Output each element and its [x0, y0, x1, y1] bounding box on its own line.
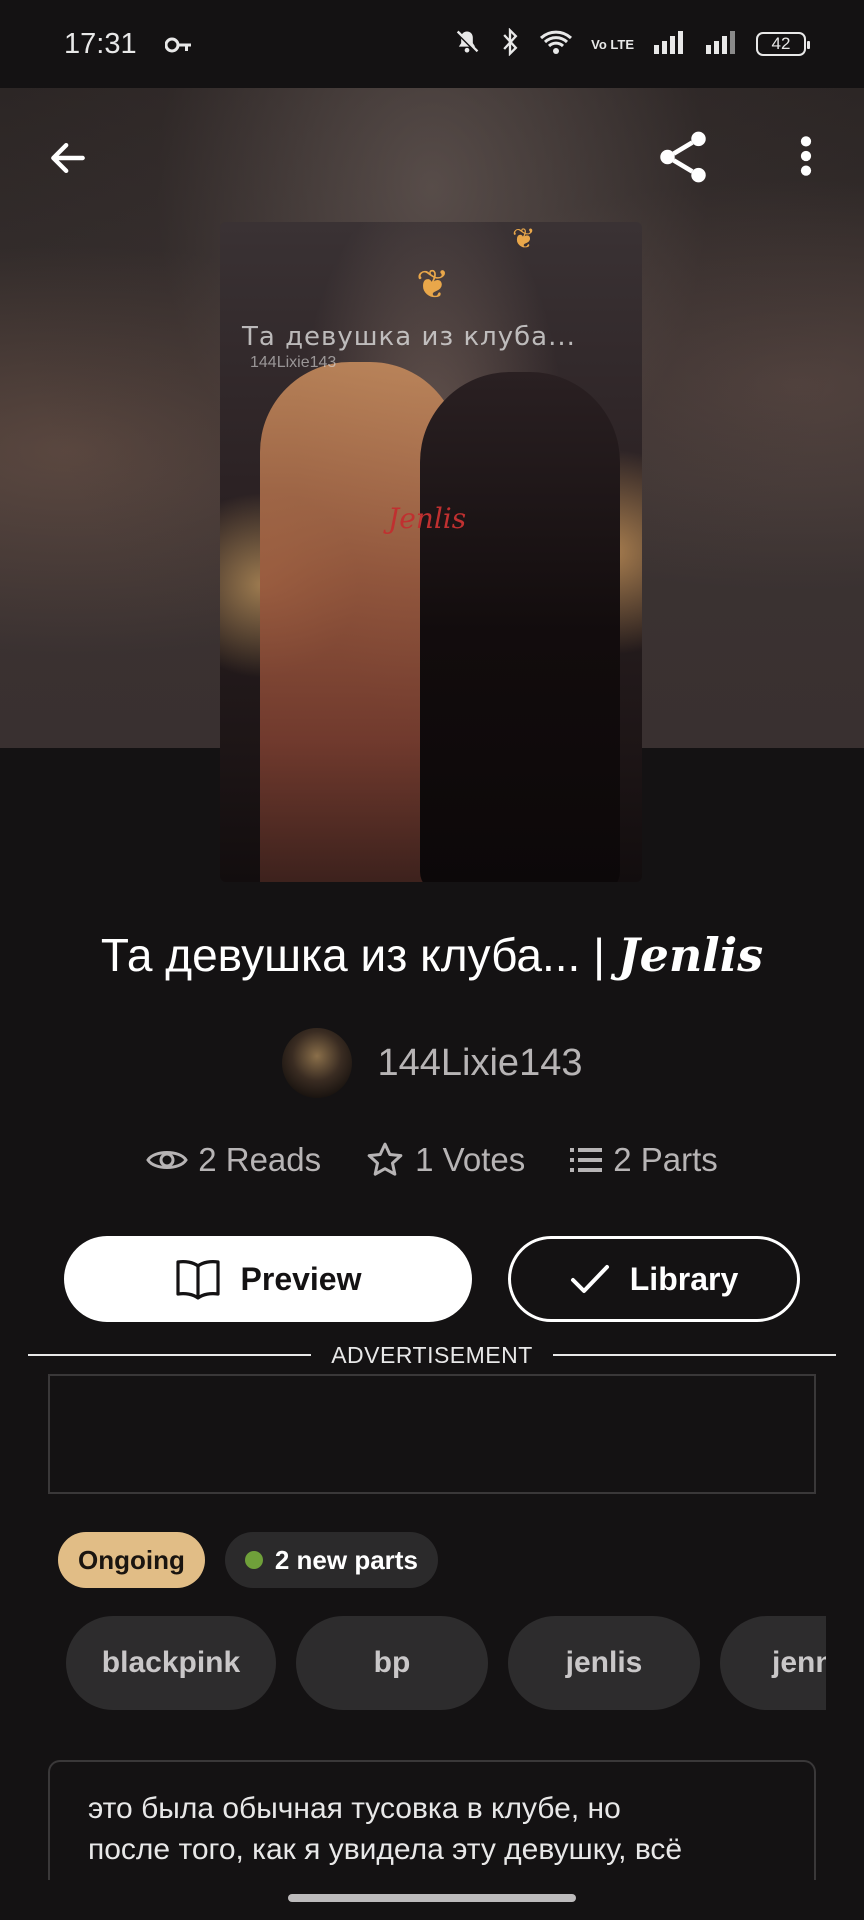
- eye-icon: [146, 1151, 188, 1169]
- library-label: Library: [629, 1260, 739, 1297]
- home-indicator[interactable]: [288, 1894, 576, 1902]
- advertisement-header: ADVERTISEMENT: [28, 1340, 837, 1370]
- author-name[interactable]: 144Lixie143: [378, 1042, 583, 1085]
- description-line: после того, как я увидела эту девушку, в…: [88, 1833, 683, 1866]
- network-label: Vo LTE: [591, 36, 634, 52]
- new-parts-label: 2 new parts: [274, 1544, 418, 1575]
- description-line: это была обычная тусовка в клубе, но: [88, 1792, 621, 1825]
- advertisement-slot[interactable]: [48, 1374, 816, 1494]
- more-vertical-icon: [800, 136, 812, 176]
- signal-icon: [652, 30, 686, 59]
- checkmark-icon: [570, 1265, 609, 1293]
- status-badges: Ongoing 2 new parts: [58, 1532, 438, 1588]
- divider: [28, 1354, 312, 1356]
- share-icon: [660, 131, 706, 183]
- wifi-icon: [539, 29, 573, 60]
- status-time: 17:31: [64, 27, 137, 60]
- author-row[interactable]: 144Lixie143: [0, 1028, 864, 1098]
- cover-figure-right: [420, 372, 620, 882]
- story-stats: 2 Reads 1 Votes 2 Parts: [0, 1140, 864, 1180]
- divider: [552, 1354, 837, 1356]
- preview-label: Preview: [240, 1260, 362, 1297]
- status-bar: 17:31 Vo LTE 42: [0, 0, 864, 88]
- ongoing-badge: Ongoing: [58, 1532, 205, 1588]
- story-title: Та девушка из клуба... | Jenlis: [0, 928, 864, 982]
- list-icon: [570, 1148, 603, 1172]
- avatar[interactable]: [281, 1028, 352, 1098]
- star-icon: [367, 1142, 403, 1176]
- butterfly-icon: ❦: [512, 223, 536, 254]
- cover-title-text: Та девушка из клуба...: [242, 322, 576, 352]
- more-options-button[interactable]: [776, 126, 836, 186]
- cover-signature: Jenlis: [388, 502, 467, 535]
- battery-icon: 42: [756, 32, 810, 56]
- butterfly-icon: ❦: [416, 263, 450, 307]
- advertisement-label: ADVERTISEMENT: [331, 1341, 533, 1368]
- reads-count: 2 Reads: [198, 1141, 322, 1178]
- parts-count: 2 Parts: [613, 1141, 718, 1178]
- new-parts-badge: 2 new parts: [224, 1532, 438, 1588]
- open-book-icon: [175, 1260, 220, 1300]
- votes-stat: 1 Votes: [365, 1140, 525, 1180]
- tags-carousel[interactable]: blackpink bp jenlis jenn: [66, 1616, 826, 1712]
- story-description[interactable]: это была обычная тусовка в клубе, но пос…: [48, 1760, 816, 1880]
- signal-icon: [704, 30, 738, 59]
- back-arrow-icon: [51, 142, 85, 174]
- description-line: изменилось: [88, 1870, 778, 1880]
- new-parts-dot: [244, 1551, 263, 1569]
- back-button[interactable]: [38, 128, 98, 188]
- parts-stat: 2 Parts: [569, 1141, 718, 1179]
- story-title-script: Jenlis: [617, 928, 764, 982]
- tag-chip[interactable]: jenlis: [508, 1616, 700, 1710]
- share-button[interactable]: [648, 122, 718, 192]
- tag-chip[interactable]: jenn: [720, 1616, 826, 1710]
- key-icon: [164, 28, 193, 61]
- story-cover-image[interactable]: ❦ ❦ Та девушка из клуба... 144Lixie143 J…: [220, 222, 642, 882]
- cover-sub-text: 144Lixie143: [250, 354, 337, 371]
- tag-chip[interactable]: bp: [296, 1616, 488, 1710]
- bell-off-icon: [453, 28, 481, 61]
- preview-button[interactable]: Preview: [64, 1236, 472, 1322]
- story-title-text: Та девушка из клуба... |: [100, 929, 618, 981]
- tag-chip[interactable]: blackpink: [66, 1616, 276, 1710]
- reads-stat: 2 Reads: [146, 1141, 321, 1179]
- votes-count: 1 Votes: [415, 1141, 526, 1178]
- library-button[interactable]: Library: [508, 1236, 800, 1322]
- bluetooth-icon: [499, 27, 521, 61]
